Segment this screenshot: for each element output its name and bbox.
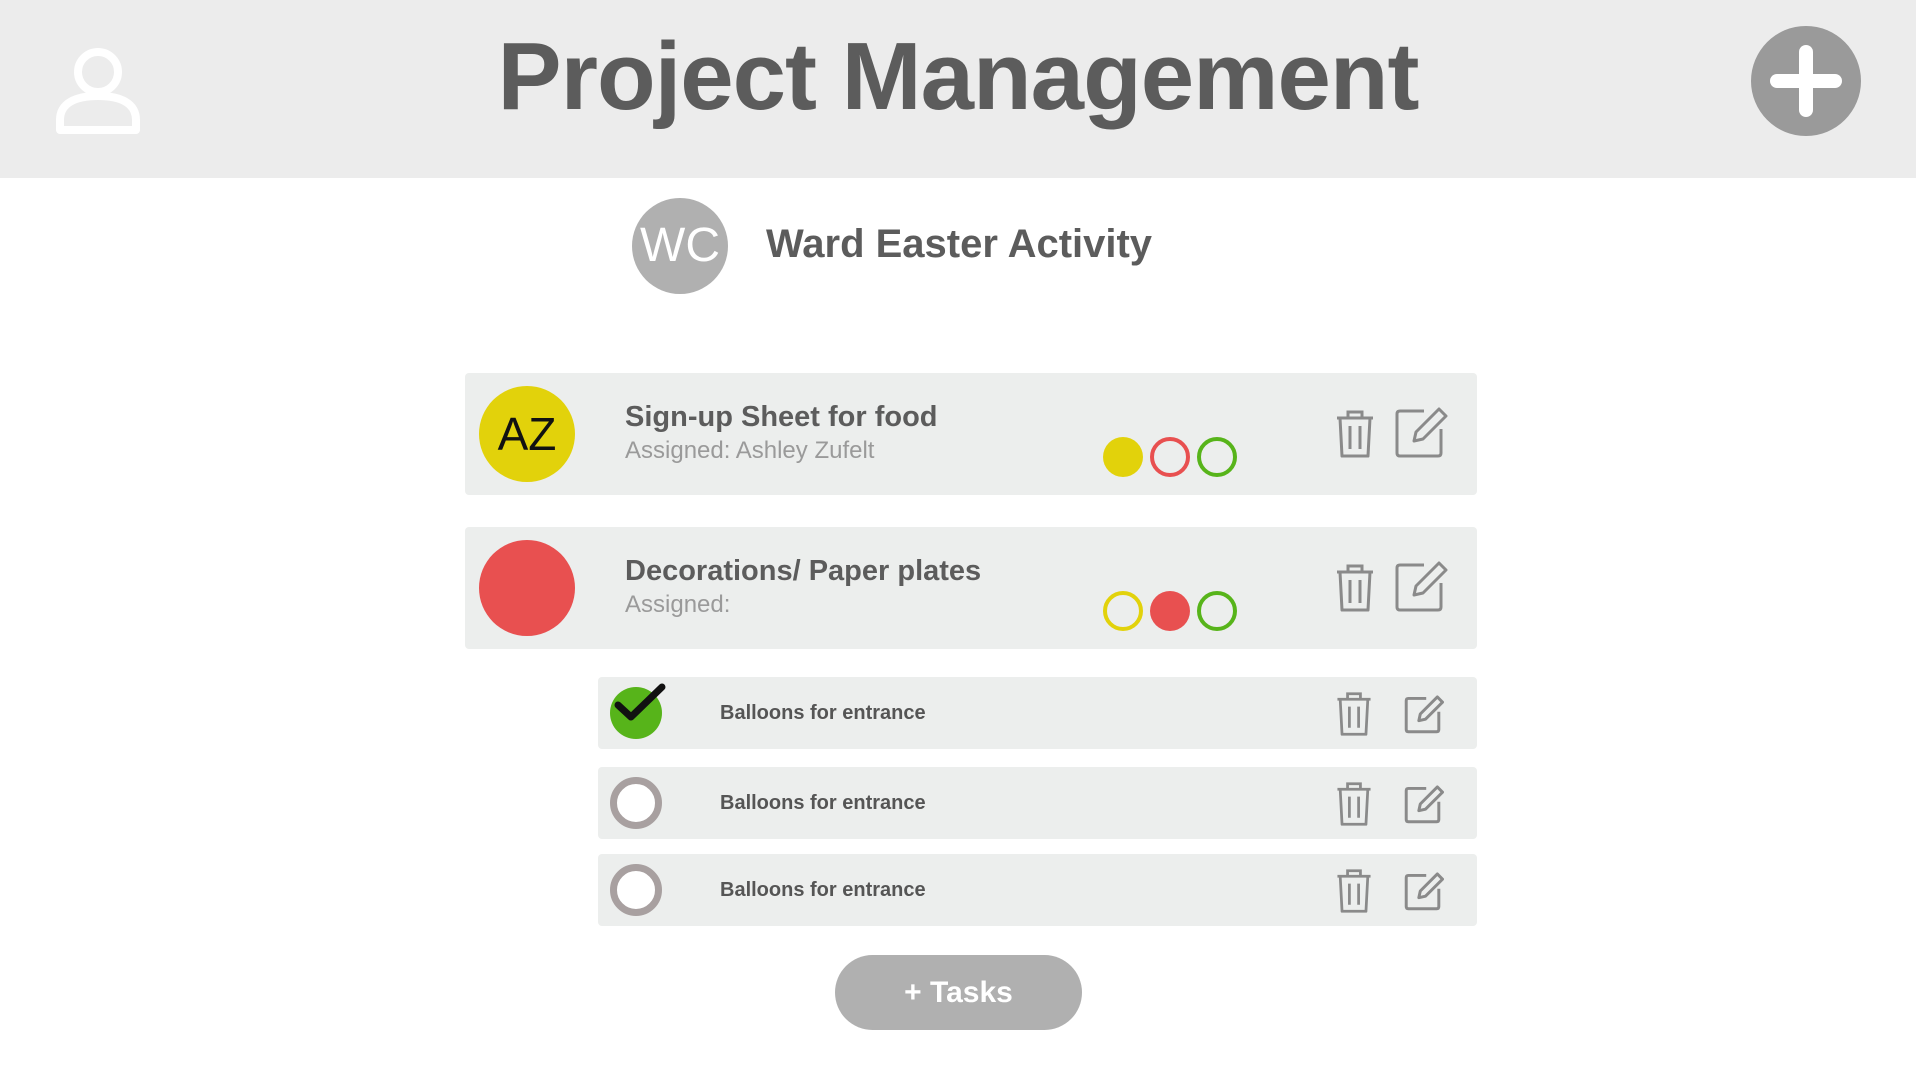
edit-button[interactable] [1394,559,1448,618]
status-green-dot[interactable] [1197,591,1237,631]
add-tasks-button[interactable]: + Tasks [835,955,1082,1030]
subtask-label: Balloons for entrance [720,702,926,724]
status-yellow-dot[interactable] [1103,591,1143,631]
status-green-dot[interactable] [1197,437,1237,477]
delete-button[interactable] [1335,781,1373,832]
trash-icon [1337,410,1373,458]
edit-button[interactable] [1404,694,1444,739]
top-bar: Project Management [0,0,1916,178]
assignee-avatar [479,540,575,636]
edit-button[interactable] [1394,405,1448,464]
subtask-checkbox[interactable] [610,777,662,829]
project-avatar: WC [632,198,728,294]
checkmark-icon [614,683,666,721]
delete-button[interactable] [1335,563,1375,618]
task-title: Sign-up Sheet for food [625,401,938,433]
task-assignee: Assigned: [625,591,731,618]
status-yellow-dot[interactable] [1103,437,1143,477]
subtask-checkbox[interactable] [610,683,666,739]
edit-icon [1404,872,1444,911]
edit-button[interactable] [1404,784,1444,829]
status-selector [1103,437,1243,479]
delete-button[interactable] [1335,409,1375,464]
status-red-dot[interactable] [1150,591,1190,631]
add-project-button[interactable] [1751,26,1861,136]
edit-button[interactable] [1404,871,1444,916]
trash-icon [1337,564,1373,612]
edit-icon [1404,695,1444,734]
page-title: Project Management [497,23,1420,130]
status-selector [1103,591,1243,633]
subtask-row[interactable]: Balloons for entrance [598,854,1477,926]
task-title: Decorations/ Paper plates [625,555,982,587]
trash-icon [1337,692,1371,736]
subtask-row[interactable]: Balloons for entrance [598,767,1477,839]
trash-icon [1337,869,1371,913]
subtask-label: Balloons for entrance [720,879,926,901]
delete-button[interactable] [1335,868,1373,919]
trash-icon [1337,782,1371,826]
assignee-avatar: AZ [479,386,575,482]
task-card[interactable]: AZ Sign-up Sheet for food Assigned: Ashl… [465,373,1477,495]
subtask-checkbox[interactable] [610,864,662,916]
delete-button[interactable] [1335,691,1373,742]
edit-icon [1404,785,1444,824]
edit-icon [1395,561,1448,612]
task-card[interactable]: Decorations/ Paper plates Assigned: [465,527,1477,649]
status-red-dot[interactable] [1150,437,1190,477]
plus-icon [1770,45,1842,117]
subtask-label: Balloons for entrance [720,792,926,814]
task-assignee: Assigned: Ashley Zufelt [625,437,875,464]
subtask-row[interactable]: Balloons for entrance [598,677,1477,749]
edit-icon [1395,407,1448,458]
project-name: Ward Easter Activity [766,222,1153,266]
